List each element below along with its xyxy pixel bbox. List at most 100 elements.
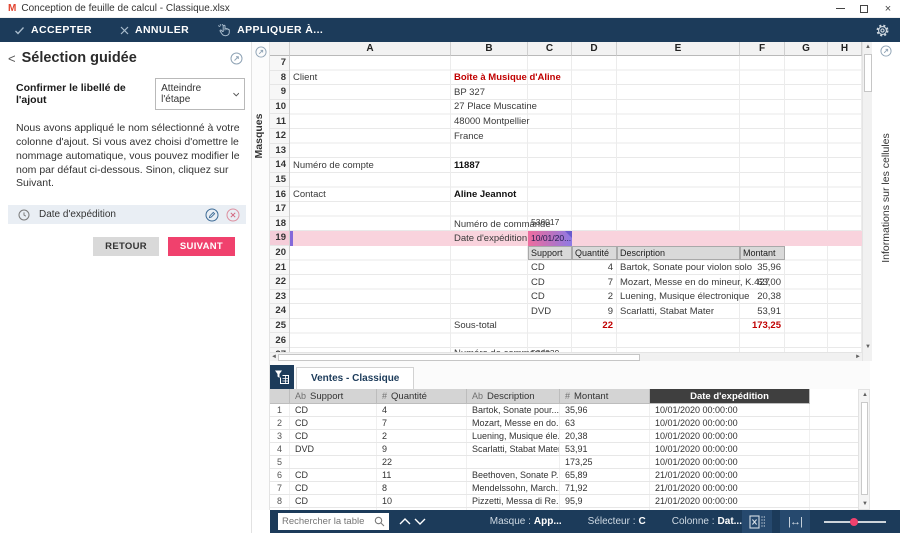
accept-button[interactable]: ACCEPTER xyxy=(0,18,106,42)
table-search-box[interactable] xyxy=(278,513,389,530)
search-icon[interactable] xyxy=(374,516,385,527)
sheet-cell-E22[interactable]: Mozart, Messe en do mineur, K.427 xyxy=(617,275,770,290)
panel-pin-icon[interactable] xyxy=(230,52,243,65)
excel-export-icon[interactable] xyxy=(742,510,772,533)
settings-gear-icon[interactable] xyxy=(875,23,890,38)
sheet-cell-C20[interactable]: Support xyxy=(528,245,572,261)
table-row[interactable]: 2 CD 7 Mozart, Messe en do... 63 10/01/2020 0… xyxy=(270,417,858,430)
sheet-cell-B9[interactable]: BP 327 xyxy=(451,85,528,100)
sheet-cell-C19[interactable]: 10/01/20... xyxy=(528,231,572,246)
table-cell[interactable]: 22 xyxy=(377,456,467,468)
sheet-cell-C21[interactable]: CD xyxy=(528,260,572,275)
table-cell[interactable] xyxy=(467,456,560,468)
column-header-D[interactable]: D xyxy=(572,42,617,56)
table-row[interactable]: 4 DVD 9 Scarlatti, Stabat Mater 53,91 10/01/2… xyxy=(270,443,858,456)
table-cell[interactable]: 71,92 xyxy=(560,482,650,494)
table-cell[interactable]: 10/01/2020 00:00:00 xyxy=(650,404,810,416)
row-header-14[interactable]: 14 xyxy=(270,158,289,173)
row-header-22[interactable]: 22 xyxy=(270,275,289,290)
table-cell[interactable]: Scarlatti, Stabat Mater xyxy=(467,443,560,455)
sheet-cell-F24[interactable]: 53,91 xyxy=(740,304,785,319)
sheet-cell-A16[interactable]: Contact xyxy=(290,187,451,202)
cell-info-pin-icon[interactable] xyxy=(880,45,892,57)
scroll-up-icon[interactable]: ▲ xyxy=(863,44,873,50)
table-row-number[interactable]: 6 xyxy=(270,469,290,481)
row-header-25[interactable]: 25 xyxy=(270,319,289,334)
funnel-table-icon[interactable] xyxy=(270,365,294,389)
table-cell[interactable]: 4 xyxy=(377,404,467,416)
sheet-cell-F23[interactable]: 20,38 xyxy=(740,290,785,305)
table-row[interactable]: 8 CD 10 Pizzetti, Messa di Re... 95,9 21/01/2… xyxy=(270,495,858,508)
table-row[interactable]: 3 CD 2 Luening, Musique éle... 20,38 10/01/20… xyxy=(270,430,858,443)
table-scroll-up-icon[interactable]: ▲ xyxy=(859,392,871,398)
sheet-cell-F22[interactable]: 63,00 xyxy=(740,275,785,290)
column-header-F[interactable]: F xyxy=(740,42,785,56)
sheet-corner[interactable] xyxy=(270,42,290,56)
retour-button[interactable]: RETOUR xyxy=(93,237,159,257)
edit-pencil-icon[interactable] xyxy=(205,208,219,222)
row-header-16[interactable]: 16 xyxy=(270,187,289,202)
sheet-cell-E21[interactable]: Bartok, Sonate pour violon solo xyxy=(617,260,752,275)
table-cell[interactable]: Mendelssohn, March... xyxy=(467,482,560,494)
sheet-cell-C22[interactable]: CD xyxy=(528,275,572,290)
table-row-number[interactable]: 5 xyxy=(270,456,290,468)
horizontal-scrollbar[interactable]: ◄ ► xyxy=(270,352,862,361)
sheet-cell-F20[interactable]: Montant xyxy=(740,245,785,261)
delete-x-icon[interactable] xyxy=(226,208,240,222)
table-column-header-1[interactable]: Ab Support xyxy=(290,389,377,404)
table-row[interactable]: 1 CD 4 Bartok, Sonate pour... 35,96 10/01/202… xyxy=(270,404,858,417)
table-cell[interactable]: 9 xyxy=(377,443,467,455)
sheet-cell-D25[interactable]: 22 xyxy=(572,319,617,334)
sheet-cell-D21[interactable]: 4 xyxy=(572,260,617,275)
sheet-cell-F25[interactable]: 173,25 xyxy=(740,319,785,334)
sheet-cell-E20[interactable]: Description xyxy=(617,245,740,261)
table-cell[interactable]: CD xyxy=(290,469,377,481)
maximize-button[interactable] xyxy=(852,0,876,17)
table-cell[interactable]: 10/01/2020 00:00:00 xyxy=(650,430,810,442)
row-header-23[interactable]: 23 xyxy=(270,290,289,305)
row-header-20[interactable]: 20 xyxy=(270,246,289,261)
field-name-row[interactable]: Date d'expédition xyxy=(8,205,246,225)
table-column-header-2[interactable]: # Quantité xyxy=(377,389,467,404)
status-colonne[interactable]: Colonne : Dat... xyxy=(672,516,742,527)
table-row-number[interactable]: 7 xyxy=(270,482,290,494)
search-input[interactable] xyxy=(282,516,374,527)
table-column-header-4[interactable]: # Montant xyxy=(560,389,650,404)
table-cell[interactable]: 21/01/2020 00:00:00 xyxy=(650,469,810,481)
column-header-C[interactable]: C xyxy=(528,42,572,56)
table-cell[interactable]: CD xyxy=(290,430,377,442)
close-button[interactable]: × xyxy=(876,0,900,17)
table-cell[interactable]: CD xyxy=(290,495,377,507)
back-chevron-icon[interactable]: < xyxy=(8,51,16,66)
scroll-down-icon[interactable]: ▼ xyxy=(863,344,873,350)
column-header-E[interactable]: E xyxy=(617,42,740,56)
sheet-cell-B8[interactable]: Boîte à Musique d'Aline xyxy=(451,71,561,86)
sheet-cell-C23[interactable]: CD xyxy=(528,290,572,305)
row-header-17[interactable]: 17 xyxy=(270,202,289,217)
table-cell[interactable]: CD xyxy=(290,417,377,429)
row-header-24[interactable]: 24 xyxy=(270,304,289,319)
sheet-cell-B10[interactable]: 27 Place Muscatine xyxy=(451,100,537,115)
table-row[interactable]: 6 CD 11 Beethoven, Sonate P... 65,89 21/01/20… xyxy=(270,469,858,482)
sheet-cell-B19[interactable]: Date d'expédition xyxy=(451,231,528,246)
search-prev-icon[interactable] xyxy=(397,518,412,525)
table-cell[interactable]: 7 xyxy=(377,417,467,429)
table-cell[interactable]: 8 xyxy=(377,482,467,494)
row-header-7[interactable]: 7 xyxy=(270,56,289,71)
sheet-cell-E23[interactable]: Luening, Musique électronique xyxy=(617,290,749,305)
row-header-12[interactable]: 12 xyxy=(270,129,289,144)
sheet-cell-B11[interactable]: 48000 Montpellier xyxy=(451,114,530,129)
table-cell[interactable]: Luening, Musique éle... xyxy=(467,430,560,442)
row-header-11[interactable]: 11 xyxy=(270,114,289,129)
table-cell[interactable]: 2 xyxy=(377,430,467,442)
sheet-cell-B16[interactable]: Aline Jeannot xyxy=(451,187,528,202)
row-header-15[interactable]: 15 xyxy=(270,173,289,188)
sheet-grid[interactable]: Client Boîte à Musique d'Aline BP 327 27 Pl… xyxy=(290,56,862,352)
table-row-number[interactable]: 1 xyxy=(270,404,290,416)
table-cell[interactable]: CD xyxy=(290,404,377,416)
sheet-cell-C24[interactable]: DVD xyxy=(528,304,572,319)
table-cell[interactable]: 35,96 xyxy=(560,404,650,416)
table-cell[interactable]: 173,25 xyxy=(560,456,650,468)
minimize-button[interactable] xyxy=(828,0,852,17)
cancel-button[interactable]: ANNULER xyxy=(106,18,203,42)
